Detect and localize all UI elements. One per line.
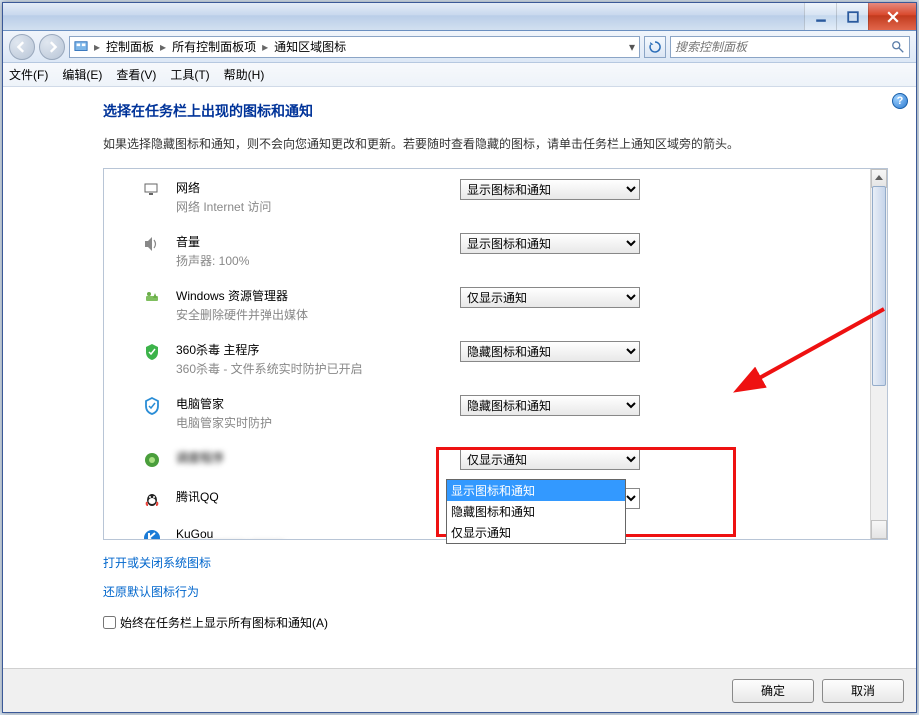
- notification-item-row: 电脑管家电脑管家实时防护隐藏图标和通知: [142, 395, 870, 431]
- item-name: KuGou: [176, 527, 446, 539]
- item-name: 调度程序: [176, 449, 446, 466]
- behavior-dropdown-popup[interactable]: 显示图标和通知 隐藏图标和通知 仅显示通知: [446, 479, 626, 544]
- titlebar: [3, 3, 916, 31]
- scroll-up-icon: [875, 175, 883, 180]
- scroll-thumb[interactable]: [872, 186, 886, 386]
- restore-default-link[interactable]: 还原默认图标行为: [103, 583, 199, 600]
- search-input[interactable]: [675, 40, 891, 54]
- scroll-down-icon: [875, 528, 883, 533]
- page-title: 选择在任务栏上出现的图标和通知: [103, 101, 888, 121]
- shield-green-icon: [142, 342, 162, 362]
- search-box[interactable]: [670, 36, 910, 58]
- chevron-icon: ▸: [160, 40, 166, 54]
- chevron-icon: ▸: [94, 40, 100, 54]
- item-name: 网络: [176, 179, 446, 196]
- item-name: Windows 资源管理器: [176, 287, 446, 304]
- item-name: 360杀毒 主程序: [176, 341, 446, 358]
- always-show-label: 始终在任务栏上显示所有图标和通知(A): [120, 614, 328, 631]
- dropdown-option[interactable]: 隐藏图标和通知: [447, 501, 625, 522]
- maximize-button[interactable]: [836, 3, 868, 30]
- nav-back-button[interactable]: [9, 34, 35, 60]
- volume-icon: [142, 234, 162, 254]
- dropdown-chevron-icon[interactable]: ▾: [629, 40, 635, 54]
- breadcrumb-item[interactable]: 通知区域图标: [274, 38, 346, 55]
- breadcrumb[interactable]: ▸ 控制面板 ▸ 所有控制面板项 ▸ 通知区域图标 ▾: [69, 36, 640, 58]
- footer: 确定 取消: [3, 668, 916, 712]
- dropdown-option[interactable]: 仅显示通知: [447, 522, 625, 543]
- notification-item-row: 网络网络 Internet 访问显示图标和通知: [142, 179, 870, 215]
- dropdown-option[interactable]: 显示图标和通知: [447, 480, 625, 501]
- notification-item-row: 音量扬声器: 100% 显示图标和通知: [142, 233, 870, 269]
- chevron-icon: ▸: [262, 40, 268, 54]
- item-name: 电脑管家: [176, 395, 446, 412]
- shield-blue-icon: [142, 396, 162, 416]
- behavior-select[interactable]: 隐藏图标和通知: [460, 395, 640, 416]
- item-name: 音量: [176, 233, 446, 250]
- search-icon: [891, 40, 905, 54]
- behavior-select[interactable]: 显示图标和通知: [460, 233, 640, 254]
- nav-forward-button[interactable]: [39, 34, 65, 60]
- breadcrumb-item[interactable]: 控制面板: [106, 38, 154, 55]
- notification-item-row: 调度程序仅显示通知: [142, 449, 870, 470]
- qq-icon: [142, 489, 162, 509]
- item-name: 腾讯QQ: [176, 488, 446, 505]
- notification-item-row: 360杀毒 主程序 360杀毒 - 文件系统实时防护已开启隐藏图标和通知: [142, 341, 870, 377]
- close-button[interactable]: [868, 3, 916, 30]
- control-panel-window: ▸ 控制面板 ▸ 所有控制面板项 ▸ 通知区域图标 ▾ 文件(F) 编辑(E) …: [2, 2, 917, 713]
- vertical-scrollbar[interactable]: [870, 169, 887, 539]
- menu-edit[interactable]: 编辑(E): [62, 66, 102, 83]
- address-bar: ▸ 控制面板 ▸ 所有控制面板项 ▸ 通知区域图标 ▾: [3, 31, 916, 63]
- minimize-button[interactable]: [804, 3, 836, 30]
- menu-view[interactable]: 查看(V): [116, 66, 156, 83]
- control-panel-icon: [74, 40, 88, 54]
- page-description: 如果选择隐藏图标和通知，则不会向您通知更改和更新。若要随时查看隐藏的图标，请单击…: [103, 135, 888, 154]
- behavior-select[interactable]: 仅显示通知: [460, 449, 640, 470]
- menu-file[interactable]: 文件(F): [9, 66, 48, 83]
- content-area: 选择在任务栏上出现的图标和通知 如果选择隐藏图标和通知，则不会向您通知更改和更新…: [3, 87, 916, 668]
- item-subtitle: 扬声器: 100%: [176, 252, 446, 269]
- icon-list-panel: 网络网络 Internet 访问显示图标和通知音量扬声器: 100%显示图标和通…: [103, 168, 888, 540]
- ok-button[interactable]: 确定: [732, 679, 814, 703]
- cancel-button[interactable]: 取消: [822, 679, 904, 703]
- item-subtitle: 网络 Internet 访问: [176, 198, 446, 215]
- item-subtitle: 360杀毒 - 文件系统实时防护已开启: [176, 360, 446, 377]
- menu-tools[interactable]: 工具(T): [170, 66, 209, 83]
- network-icon: [142, 180, 162, 200]
- behavior-select[interactable]: 显示图标和通知: [460, 179, 640, 200]
- item-subtitle: 电脑管家实时防护: [176, 414, 446, 431]
- behavior-select[interactable]: 仅显示通知: [460, 287, 640, 308]
- item-subtitle: 安全删除硬件并弹出媒体: [176, 306, 446, 323]
- kugou-icon: [142, 528, 162, 539]
- refresh-button[interactable]: [644, 36, 666, 58]
- notification-item-row: Windows 资源管理器安全删除硬件并弹出媒体仅显示通知: [142, 287, 870, 323]
- behavior-select[interactable]: 隐藏图标和通知: [460, 341, 640, 362]
- explorer-icon: [142, 288, 162, 308]
- menubar: 文件(F) 编辑(E) 查看(V) 工具(T) 帮助(H): [3, 63, 916, 87]
- links-area: 打开或关闭系统图标 还原默认图标行为: [103, 554, 888, 612]
- scheduler-icon: [142, 450, 162, 470]
- breadcrumb-item[interactable]: 所有控制面板项: [172, 38, 256, 55]
- always-show-checkbox[interactable]: [103, 616, 116, 629]
- toggle-system-icons-link[interactable]: 打开或关闭系统图标: [103, 554, 211, 571]
- always-show-checkbox-row: 始终在任务栏上显示所有图标和通知(A): [103, 614, 888, 631]
- menu-help[interactable]: 帮助(H): [224, 66, 265, 83]
